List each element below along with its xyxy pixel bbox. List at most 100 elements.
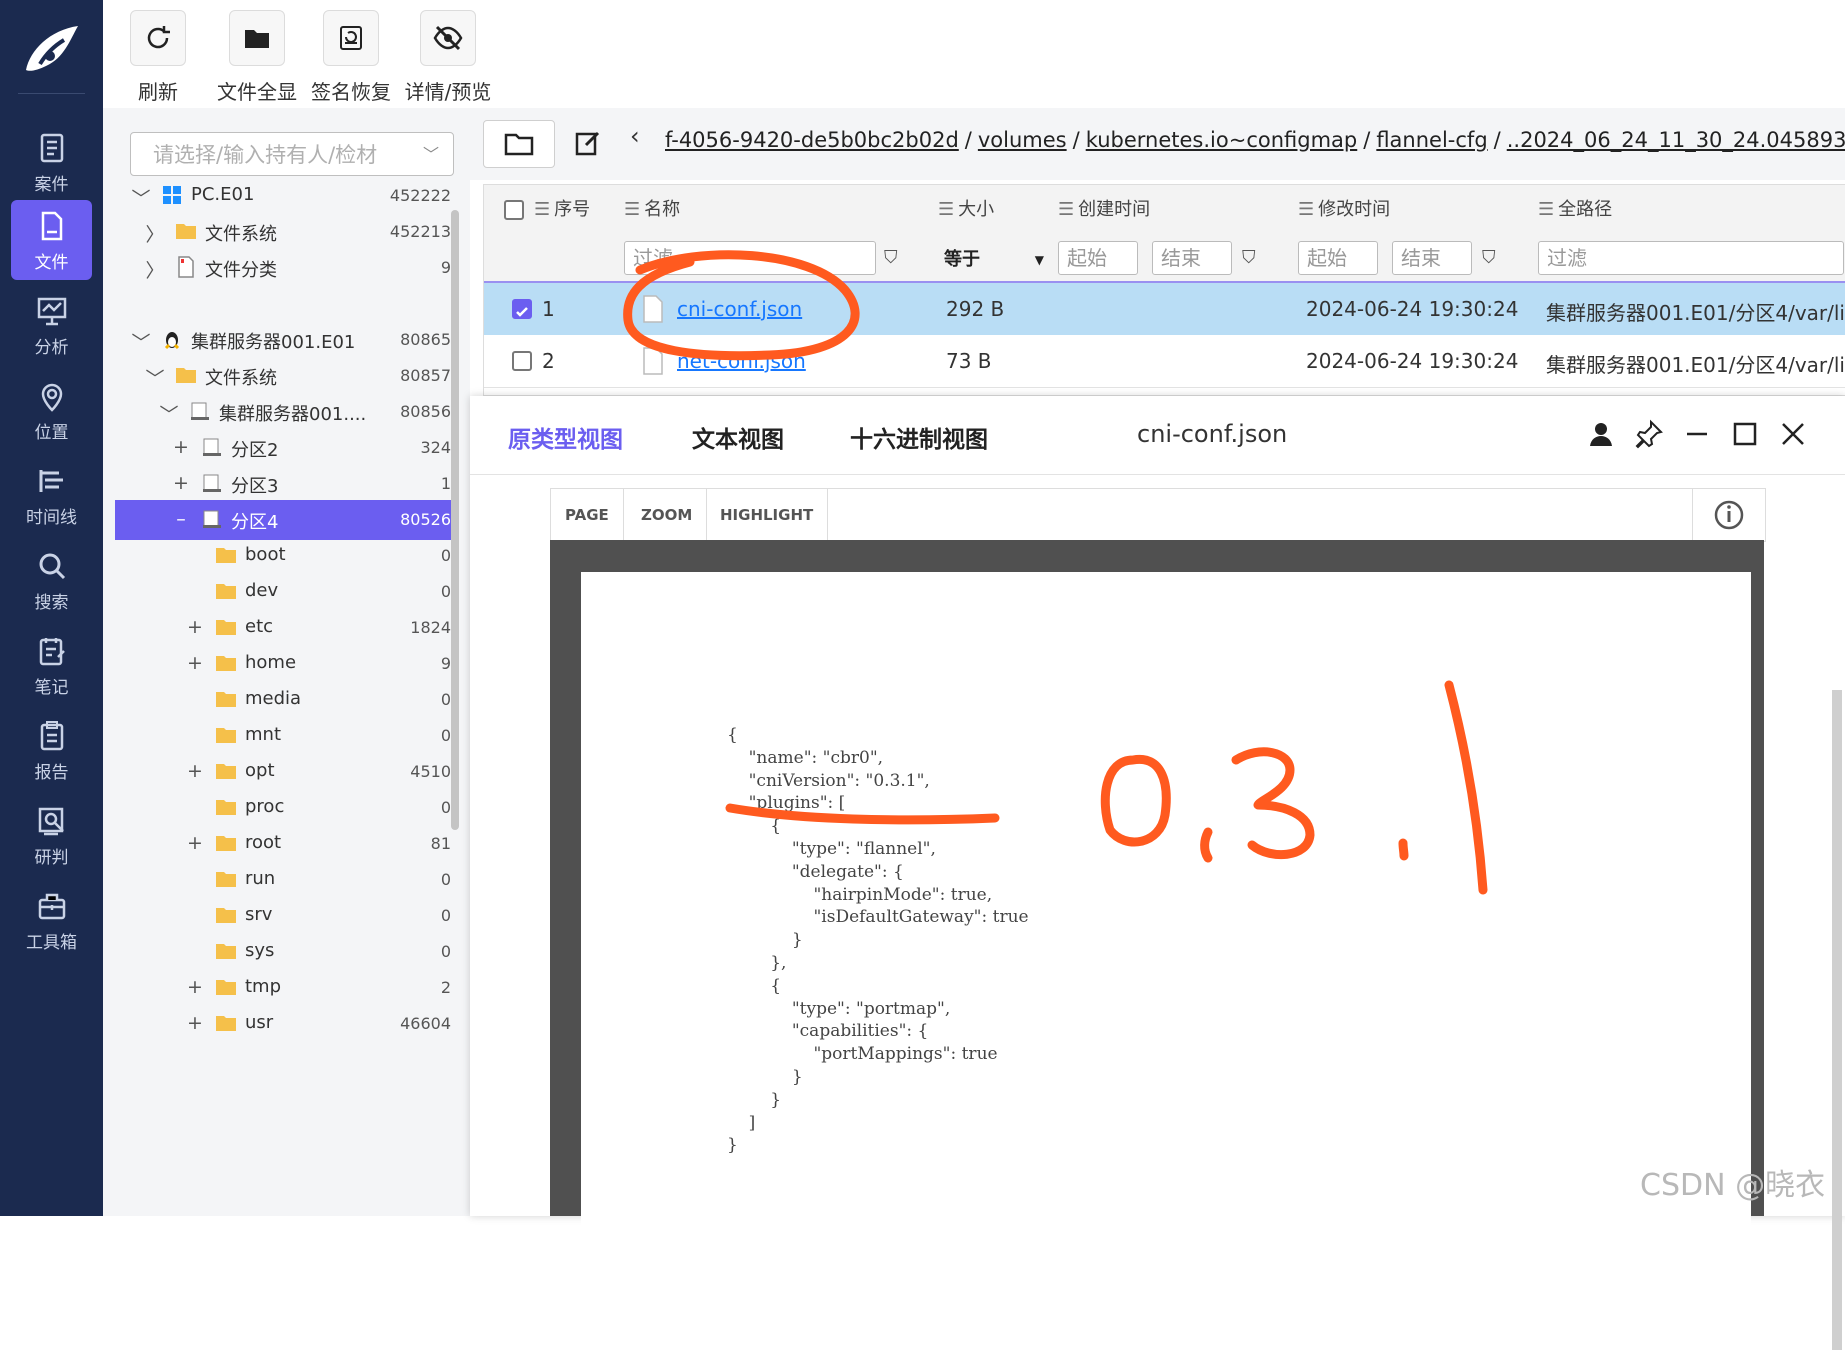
tree-node[interactable]: ﹀ 集群服务器001.... 80856	[115, 392, 455, 432]
expand-toggle-icon[interactable]: +	[185, 652, 205, 674]
created-start-input[interactable]: 起始	[1058, 241, 1138, 275]
expand-toggle-icon[interactable]: +	[185, 1012, 205, 1034]
col-created-header[interactable]: ☰ 创建时间	[1058, 185, 1150, 235]
tree-node[interactable]: 〉 文件分类 9	[115, 248, 455, 288]
tree-node[interactable]: mnt 0	[115, 716, 455, 756]
tab-hex-view[interactable]: 十六进制视图	[850, 420, 988, 454]
user-icon[interactable]	[1585, 418, 1617, 450]
tree-node[interactable]: sys 0	[115, 932, 455, 972]
refresh-button[interactable]: 刷新	[130, 10, 186, 105]
expand-toggle-icon[interactable]: ﹀	[131, 328, 151, 355]
tree-node[interactable]: srv 0	[115, 896, 455, 936]
minimize-icon[interactable]	[1681, 418, 1713, 450]
expand-toggle-icon[interactable]: ﹀	[131, 184, 151, 211]
nav-item-judgement[interactable]: 研判	[11, 795, 92, 875]
table-row[interactable]: 2 net-conf.json 73 B 2024-06-24 19:30:24 集群服…	[484, 335, 1845, 388]
edit-path-button[interactable]	[563, 120, 613, 166]
tab-native-view[interactable]: 原类型视图	[508, 420, 623, 454]
tree-node[interactable]: + tmp 2	[115, 968, 455, 1008]
info-icon[interactable]	[1692, 489, 1765, 541]
expand-toggle-icon[interactable]: 〉	[145, 220, 165, 247]
path-filter-input[interactable]: 过滤	[1538, 241, 1844, 275]
file-name-link[interactable]: cni-conf.json	[677, 297, 802, 321]
tree-node[interactable]: dev 0	[115, 572, 455, 612]
tree-node[interactable]: + usr 46604	[115, 1004, 455, 1044]
signature-restore-button[interactable]: 签名恢复	[301, 10, 401, 105]
expand-toggle-icon[interactable]: +	[171, 472, 191, 494]
expand-toggle-icon[interactable]: +	[185, 976, 205, 998]
created-end-input[interactable]: 结束	[1152, 241, 1232, 275]
nav-item-report[interactable]: 报告	[11, 710, 92, 790]
expand-toggle-icon[interactable]: +	[185, 760, 205, 782]
modified-start-input[interactable]: 起始	[1298, 241, 1378, 275]
expand-toggle-icon[interactable]: ﹀	[159, 400, 179, 427]
tree-node[interactable]: ﹀ PC.E01 452222	[115, 176, 455, 216]
col-size-header[interactable]: ☰ 大小	[938, 185, 994, 235]
zoom-button[interactable]: ZOOM	[627, 489, 708, 541]
show-all-files-button[interactable]: 文件全显	[207, 10, 307, 105]
nav-item-file[interactable]: 文件	[11, 200, 92, 280]
close-icon[interactable]	[1777, 418, 1809, 450]
nav-item-toolbox[interactable]: 工具箱	[11, 880, 92, 960]
expand-toggle-icon[interactable]: +	[171, 436, 191, 458]
filter-icon[interactable]: ⛉	[1482, 247, 1496, 268]
tree-scrollbar[interactable]	[451, 210, 459, 830]
file-name-link[interactable]: net-conf.json	[677, 349, 806, 373]
modified-end-input[interactable]: 结束	[1392, 241, 1472, 275]
checkmark-icon	[516, 307, 528, 317]
name-filter-input[interactable]: 过滤	[624, 241, 876, 275]
tree-node[interactable]: + 分区3 1	[115, 464, 455, 504]
tree-node[interactable]: media 0	[115, 680, 455, 720]
breadcrumb-item[interactable]: kubernetes.io~configmap	[1086, 128, 1358, 152]
tree-node[interactable]: boot 0	[115, 536, 455, 576]
tree-node[interactable]: + home 9	[115, 644, 455, 684]
expand-toggle-icon[interactable]: ﹀	[145, 364, 165, 391]
expand-toggle-icon[interactable]: 〉	[145, 256, 165, 283]
size-operator-select[interactable]: 等于 ▼	[944, 245, 1044, 275]
page-button[interactable]: PAGE	[551, 489, 624, 541]
back-chevron-icon[interactable]: ‹	[630, 122, 640, 150]
expand-toggle-icon[interactable]: +	[185, 832, 205, 854]
expand-toggle-icon[interactable]: –	[171, 508, 191, 530]
filter-icon[interactable]: ⛉	[884, 247, 898, 268]
nav-item-location[interactable]: 位置	[11, 370, 92, 450]
nav-item-case[interactable]: 案件	[11, 122, 92, 202]
tree-node[interactable]: + opt 4510	[115, 752, 455, 792]
tree-node[interactable]: ﹀ 文件系统 80857	[115, 356, 455, 396]
select-all-checkbox[interactable]	[504, 200, 524, 220]
breadcrumb-item[interactable]: flannel-cfg	[1376, 128, 1487, 152]
breadcrumb-item[interactable]: ..2024_06_24_11_30_24.045893811	[1507, 128, 1845, 152]
nav-item-search[interactable]: 搜索	[11, 540, 92, 620]
open-folder-button[interactable]	[483, 120, 555, 168]
tree-node[interactable]: proc 0	[115, 788, 455, 828]
col-path-header[interactable]: ☰ 全路径	[1538, 185, 1612, 235]
col-modified-header[interactable]: ☰ 修改时间	[1298, 185, 1390, 235]
nav-item-notes[interactable]: 笔记	[11, 625, 92, 705]
tree-node[interactable]: ﹀ 集群服务器001.E01 80865	[115, 320, 455, 360]
viewer-scrollbar[interactable]	[1832, 690, 1842, 1350]
col-name-header[interactable]: ☰ 名称	[624, 185, 680, 235]
tree-node[interactable]: run 0	[115, 860, 455, 900]
document-canvas[interactable]: { "name": "cbr0", "cniVersion": "0.3.1",…	[550, 540, 1842, 1350]
tab-text-view[interactable]: 文本视图	[692, 420, 784, 454]
tree-node[interactable]: – 分区4 80526	[115, 500, 455, 540]
breadcrumb-item[interactable]: f-4056-9420-de5b0bc2b02d	[665, 128, 959, 152]
tree-node[interactable]: + 分区2 324	[115, 428, 455, 468]
highlight-button[interactable]: HIGHLIGHT	[706, 489, 829, 541]
nav-item-timeline[interactable]: 时间线	[11, 455, 92, 535]
col-seq-header[interactable]: ☰ 序号	[534, 185, 590, 235]
maximize-icon[interactable]	[1729, 418, 1761, 450]
expand-toggle-icon[interactable]: +	[185, 616, 205, 638]
details-preview-button[interactable]: 详情/预览	[393, 10, 503, 105]
tree-node[interactable]: + etc 1824	[115, 608, 455, 648]
table-row[interactable]: 1 cni-conf.json 292 B 2024-06-24 19:30:24 集群…	[484, 283, 1845, 337]
filter-icon[interactable]: ⛉	[1242, 247, 1256, 268]
row-checkbox[interactable]	[512, 299, 532, 319]
tree-node[interactable]: + root 81	[115, 824, 455, 864]
pin-icon[interactable]	[1633, 418, 1665, 450]
row-checkbox[interactable]	[512, 351, 532, 371]
holder-select[interactable]: 请选择/输入持有人/检材 ﹀	[130, 132, 454, 176]
breadcrumb-item[interactable]: volumes	[978, 128, 1067, 152]
nav-item-analysis[interactable]: 分析	[11, 285, 92, 365]
tree-node[interactable]: 〉 文件系统 452213	[115, 212, 455, 252]
